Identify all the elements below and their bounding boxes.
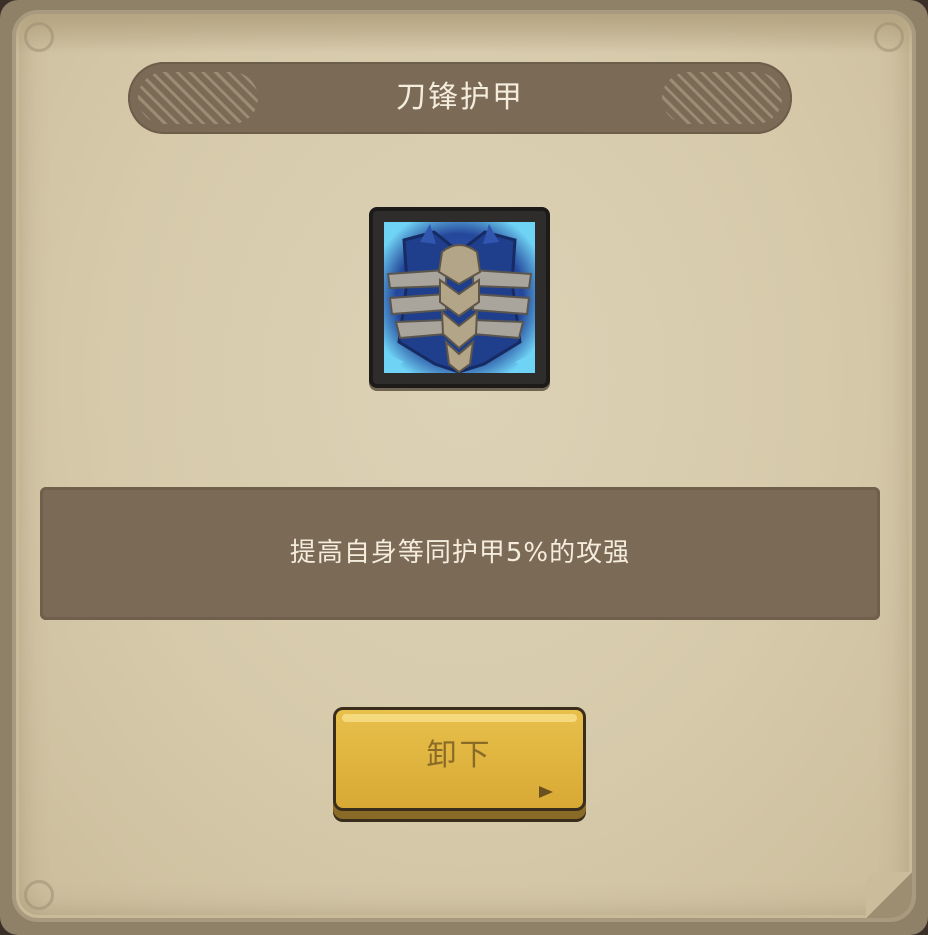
unequip-button[interactable]: 卸下	[333, 707, 586, 811]
button-corner-decoration	[539, 786, 553, 798]
item-description: 提高自身等同护甲5%的攻强	[289, 538, 631, 568]
description-bar: 提高自身等同护甲5%的攻强	[40, 487, 880, 620]
item-icon-frame	[369, 207, 550, 388]
item-detail-dialog: 刀锋护甲 提高自身等同护甲5%的攻强 卸下	[0, 0, 928, 935]
corner-ornament	[24, 880, 54, 910]
corner-ornament	[874, 22, 904, 52]
blade-armor-icon	[384, 222, 535, 373]
corner-ornament	[24, 22, 54, 52]
title-banner: 刀锋护甲	[128, 62, 792, 134]
page-curl-decoration	[866, 872, 912, 918]
item-title: 刀锋护甲	[396, 80, 524, 115]
